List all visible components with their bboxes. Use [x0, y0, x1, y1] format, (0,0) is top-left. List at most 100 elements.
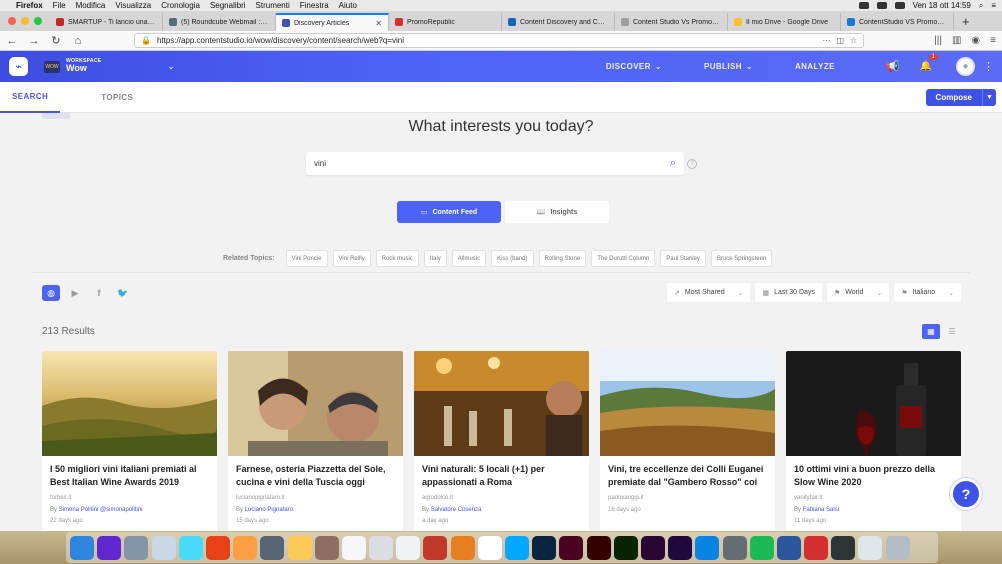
sidebar-icon[interactable]: ▥ [952, 35, 961, 46]
browser-tab[interactable]: Content Discovery and Curati [502, 13, 615, 31]
sublime-icon[interactable] [450, 535, 475, 560]
menu-finestra[interactable]: Finestra [300, 1, 329, 10]
forward-icon[interactable]: → [28, 35, 40, 47]
globe-icon[interactable]: ◍ [42, 285, 60, 301]
system-prefs-icon[interactable] [722, 535, 747, 560]
article-author[interactable]: Luciano Pignataro [245, 507, 293, 513]
browser-tab[interactable]: SMARTUP - Ti lancio una pia [50, 13, 163, 31]
workspace-switcher[interactable]: WORKSPACE Wow [66, 58, 101, 74]
notification-center-icon[interactable]: ≡ [991, 1, 996, 10]
article-domain[interactable]: lucianopignataro.it [236, 495, 395, 501]
acrobat-icon[interactable] [804, 535, 829, 560]
trash-icon[interactable] [885, 535, 910, 560]
article-card[interactable]: I 50 migliori vini italiani premiati al … [42, 351, 217, 534]
article-title[interactable]: Farnese, osteria Piazzetta del Sole, cuc… [236, 463, 395, 489]
menu-modifica[interactable]: Modifica [76, 1, 106, 10]
menu-hamburger-icon[interactable]: ≡ [990, 35, 996, 46]
account-icon[interactable]: ◉ [971, 35, 980, 46]
page-actions-icon[interactable]: ⋯ [822, 36, 830, 45]
browser-tab[interactable]: Content Studio Vs Promorepublic [615, 13, 728, 31]
article-author[interactable]: Fabiana Salsi [803, 507, 839, 513]
spotify-icon[interactable] [749, 535, 774, 560]
article-domain[interactable]: agrodolce.it [422, 495, 581, 501]
app-hex-icon[interactable] [260, 535, 285, 560]
topic-chip[interactable]: Allmusic [451, 250, 487, 267]
article-title[interactable]: Vini naturali: 5 locali (+1) per appassi… [422, 463, 581, 489]
help-chat-button[interactable]: ? [950, 478, 982, 510]
nav-publish[interactable]: PUBLISH ⌄ [683, 62, 774, 71]
article-domain[interactable]: padovaoggi.it [608, 495, 767, 501]
menu-visualizza[interactable]: Visualizza [115, 1, 151, 10]
word-icon[interactable] [776, 535, 801, 560]
menu-file[interactable]: File [53, 1, 66, 10]
premiere-icon[interactable] [640, 535, 665, 560]
wifi-icon[interactable] [876, 2, 887, 9]
topic-chip[interactable]: Bruce Springsteen [710, 250, 773, 267]
battery-icon[interactable] [894, 2, 905, 9]
menu-app-name[interactable]: Firefox [16, 1, 43, 10]
browser-tab-active[interactable]: Discovery Articles ✕ [276, 13, 389, 31]
article-image-people-selfie[interactable] [228, 351, 403, 456]
menu-cronologia[interactable]: Cronologia [161, 1, 200, 10]
nav-discover[interactable]: DISCOVER ⌄ [585, 62, 683, 71]
article-image-wine-bar[interactable] [414, 351, 589, 456]
back-icon[interactable]: ← [6, 35, 18, 47]
topic-chip[interactable]: Italy [423, 250, 447, 267]
help-icon[interactable]: ? [687, 159, 697, 169]
insights-button[interactable]: 📖 Insights [505, 201, 609, 223]
more-vertical-icon[interactable]: ⋮ [983, 60, 994, 73]
article-card[interactable]: 10 ottimi vini a buon prezzo della Slow … [786, 351, 961, 534]
article-image-autumn-vineyard[interactable] [600, 351, 775, 456]
search-box[interactable]: ⌕ [306, 152, 684, 175]
reminders-icon[interactable] [396, 535, 421, 560]
minimize-window-button[interactable] [21, 17, 29, 25]
facebook-icon[interactable]: f [90, 285, 108, 301]
close-tab-icon[interactable]: ✕ [375, 19, 382, 28]
bookmark-star-icon[interactable]: ☆ [850, 36, 857, 45]
new-tab-button[interactable]: + [954, 14, 978, 29]
search-icon[interactable]: ⌕ [670, 157, 676, 170]
user-avatar[interactable]: ● [956, 57, 975, 76]
nav-analyze[interactable]: ANALYZE [774, 62, 856, 71]
article-card[interactable]: Vini naturali: 5 locali (+1) per appassi… [414, 351, 589, 534]
skype-icon[interactable] [505, 535, 529, 560]
launchpad-icon[interactable] [124, 535, 149, 560]
browser-tab[interactable]: Il mio Drive - Google Drive [728, 13, 841, 31]
menu-segnalibri[interactable]: Segnalibri [210, 1, 246, 10]
browser-tab[interactable]: PromoRepublic [389, 13, 502, 31]
address-url[interactable]: https://app.contentstudio.io/wow/discove… [157, 36, 404, 45]
language-dropdown[interactable]: ⚑ Italiano ⌄ [894, 283, 961, 302]
megaphone-icon[interactable]: 📢 [886, 60, 900, 73]
article-author[interactable]: Salvatore Cosenza [431, 507, 482, 513]
cloud-icon[interactable] [858, 2, 869, 9]
books-icon[interactable] [314, 535, 339, 560]
photoshop-icon[interactable] [532, 535, 557, 560]
inkscape-icon[interactable] [831, 535, 856, 560]
tab-search[interactable]: SEARCH [0, 82, 61, 113]
chevron-down-icon[interactable]: ⌄ [167, 61, 175, 72]
zoom-window-button[interactable] [34, 17, 42, 25]
browser-tab[interactable]: ContentStudio VS PromoRep [841, 13, 954, 31]
home-icon[interactable]: ⌂ [72, 35, 84, 47]
topic-chip[interactable]: Rock music [375, 250, 419, 267]
library-icon[interactable]: ||| [934, 35, 942, 46]
grid-view-icon[interactable]: ▦ [922, 324, 940, 339]
calendar-icon[interactable] [341, 535, 366, 560]
chrome-icon[interactable] [205, 535, 230, 560]
content-feed-button[interactable]: ▭ Content Feed [397, 201, 501, 223]
list-view-icon[interactable]: ☰ [943, 324, 961, 339]
article-image-wine-bottle[interactable] [786, 351, 961, 456]
siri-icon[interactable] [97, 535, 122, 560]
tab-topics[interactable]: TOPICS [89, 82, 145, 113]
youtube-icon[interactable]: ▶ [66, 285, 84, 301]
firefox-icon[interactable] [233, 535, 258, 560]
sort-dropdown[interactable]: ↗ Most Shared ⌄ [667, 283, 751, 302]
article-title[interactable]: Vini, tre eccellenze dei Colli Euganei p… [608, 463, 767, 489]
compose-button[interactable]: Compose ▼ [925, 88, 996, 106]
dreamweaver-icon[interactable] [613, 535, 638, 560]
article-card[interactable]: Farnese, osteria Piazzetta del Sole, cuc… [228, 351, 403, 534]
topic-chip[interactable]: The Durutti Column [591, 250, 656, 267]
pineapple-icon[interactable] [287, 535, 312, 560]
article-image-vineyard-hills[interactable] [42, 351, 217, 456]
finder-icon[interactable] [70, 535, 94, 560]
